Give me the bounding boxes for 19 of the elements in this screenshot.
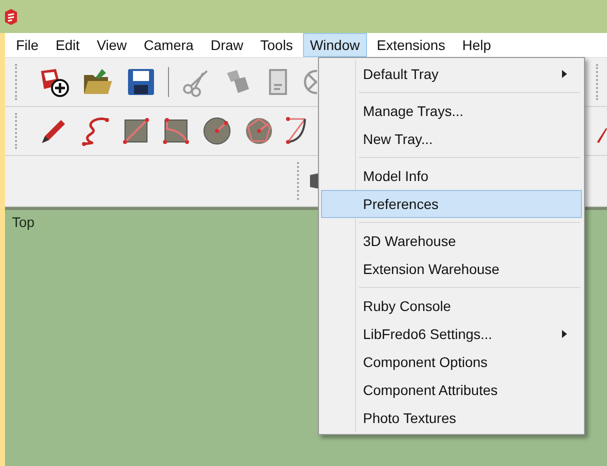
menu-item[interactable]: Draw [204,33,250,57]
menu-option[interactable]: Manage Trays... [321,97,582,125]
menu-item[interactable]: Camera [136,33,201,57]
menu-option[interactable]: 3D Warehouse [321,227,582,255]
menu-item[interactable]: File [9,33,46,57]
menu-item[interactable]: Tools [253,33,300,57]
menu-item[interactable]: View [90,33,134,57]
menu-option[interactable]: Component Attributes [321,376,582,404]
menu-option[interactable]: Preferences [321,190,582,218]
view-label: Top [12,214,35,230]
menu-option[interactable]: Ruby Console [321,292,582,320]
menu-item[interactable]: Extensions [370,33,452,57]
menu-item[interactable]: Edit [48,33,87,57]
menu-option[interactable]: Photo Textures [321,404,582,432]
menu-option[interactable]: LibFredo6 Settings... [321,320,582,348]
menu-option[interactable]: Extension Warehouse [321,255,582,283]
menu-option[interactable]: Component Options [321,348,582,376]
menu-item[interactable]: Window [302,33,367,57]
menu-item[interactable]: Help [455,33,498,57]
